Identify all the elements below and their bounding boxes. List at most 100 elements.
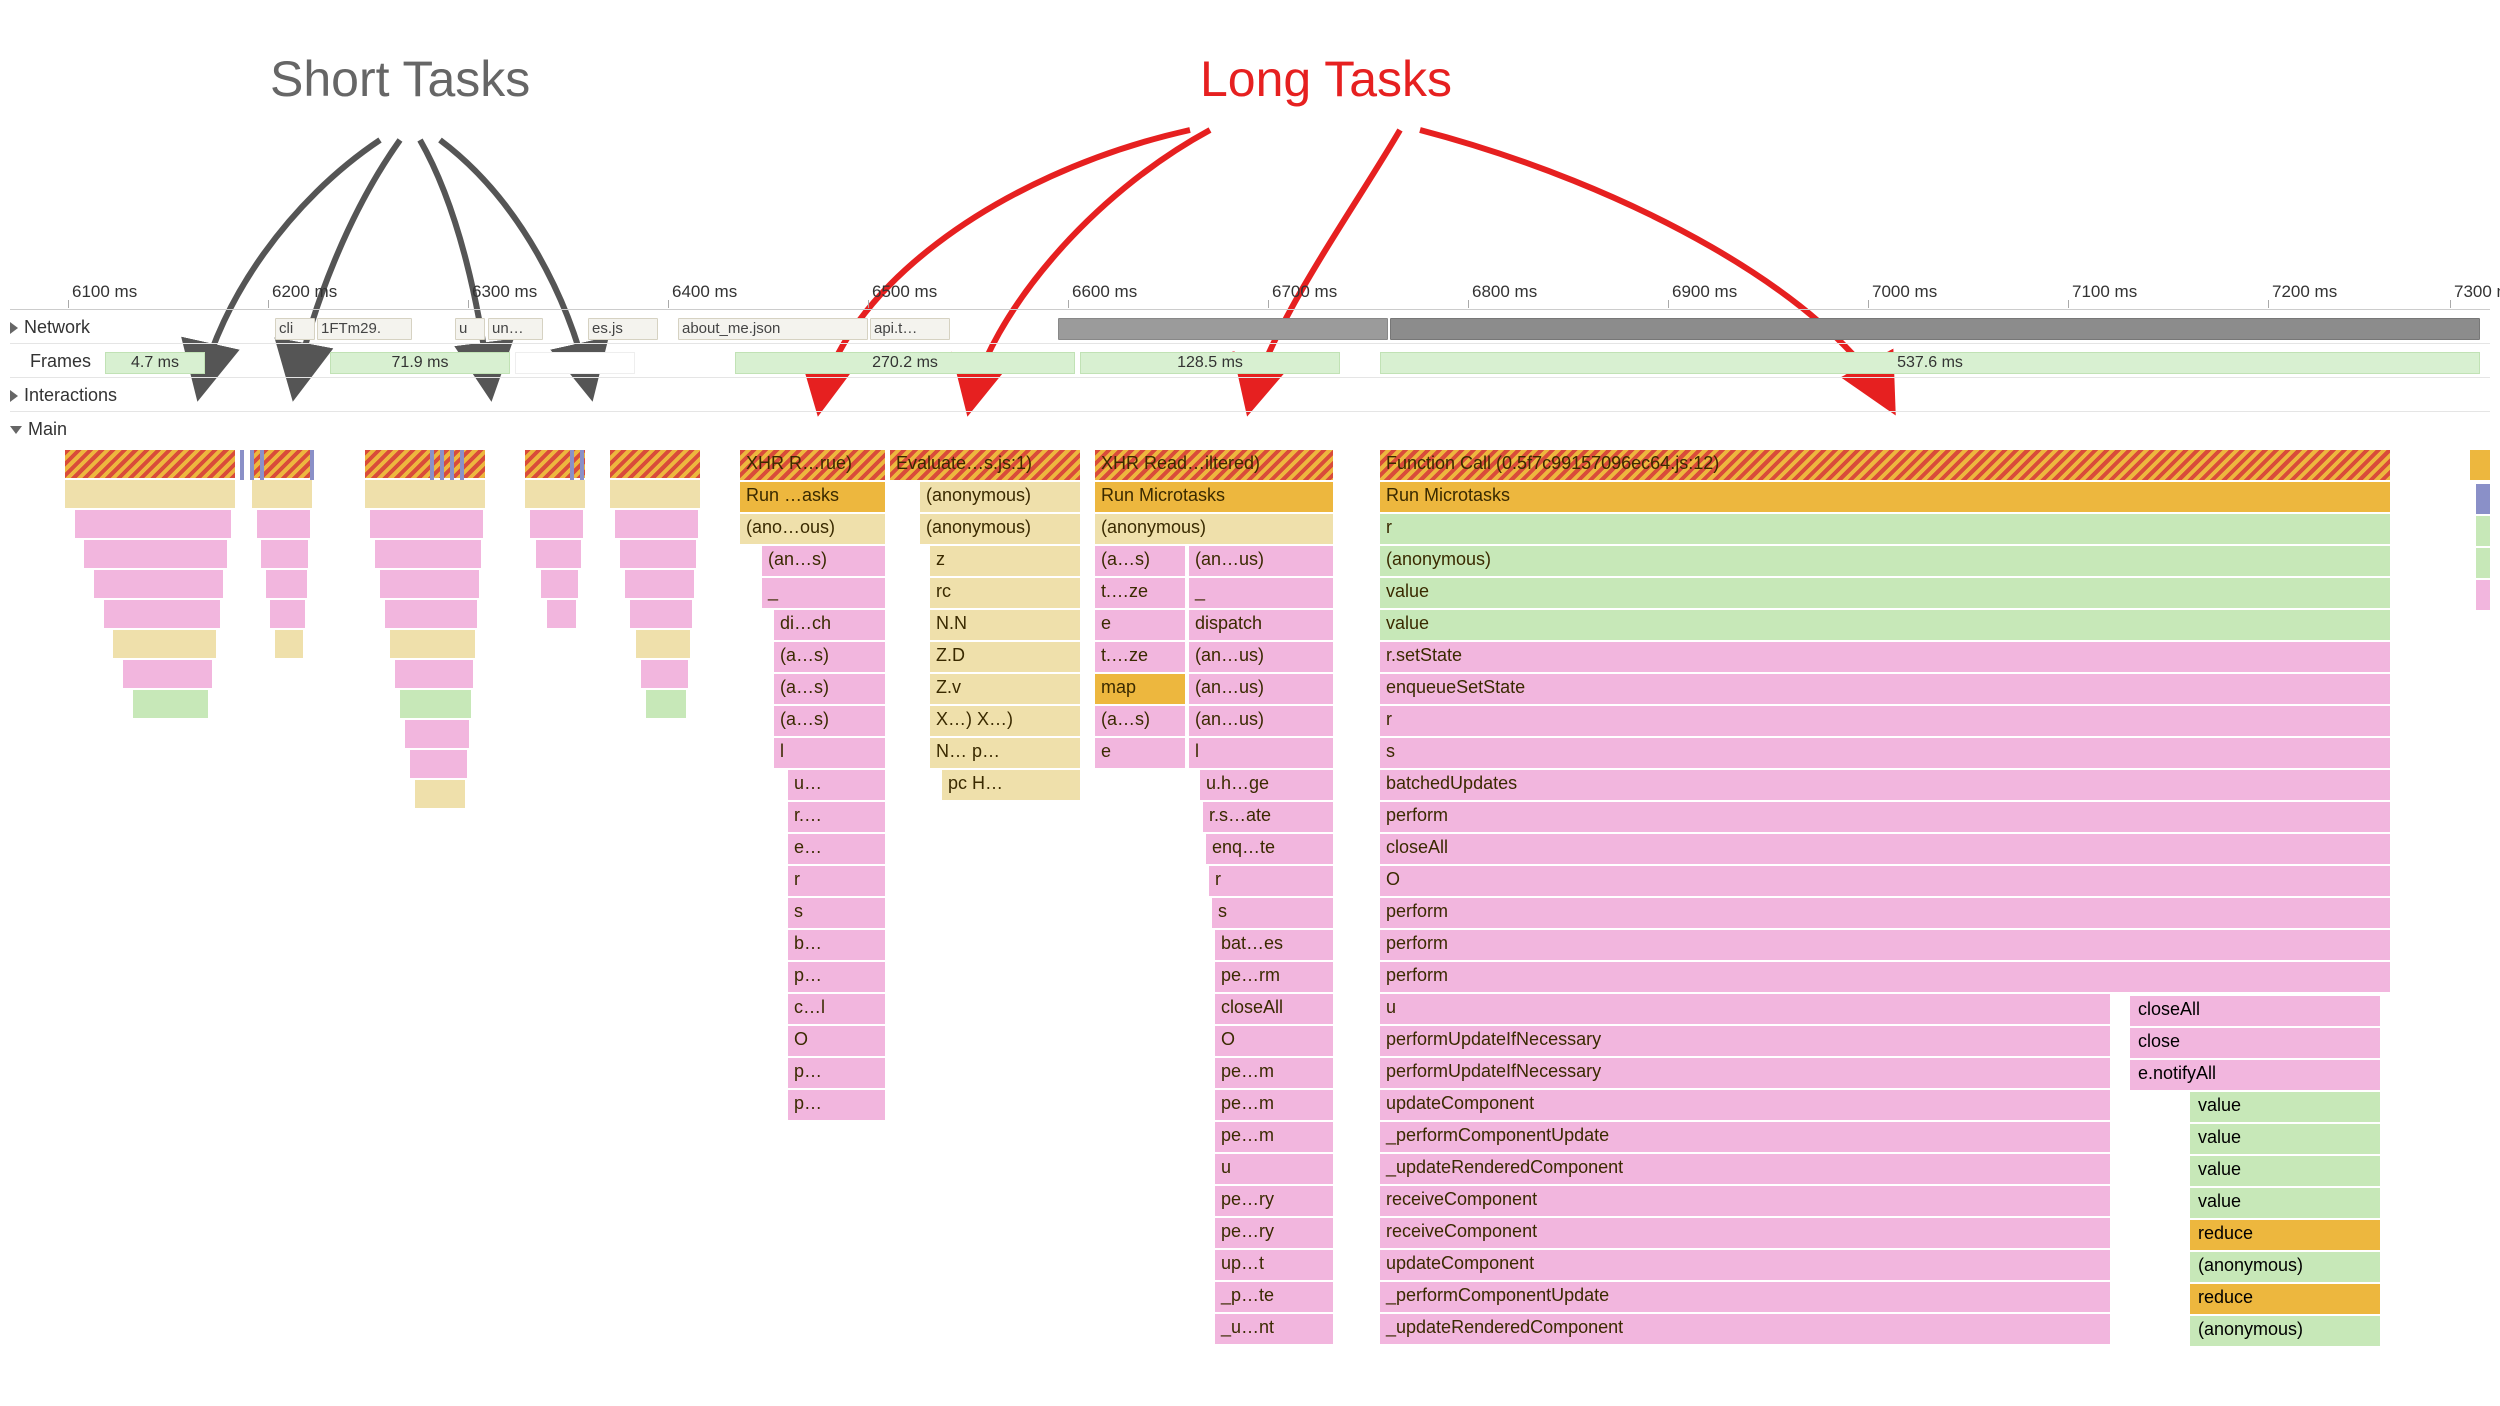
flame-cell[interactable]: perform — [1380, 962, 2390, 994]
network-request[interactable]: 1FTm29. — [317, 318, 412, 340]
flame-cell[interactable] — [547, 600, 576, 630]
network-request[interactable] — [1390, 318, 2480, 340]
flame-cell[interactable] — [257, 510, 311, 540]
flame-cell[interactable]: Run Microtasks — [1095, 482, 1333, 514]
frame-block[interactable]: 537.6 ms — [1380, 352, 2480, 374]
flame-cell[interactable] — [536, 540, 581, 570]
flame-cell[interactable]: _updateRenderedComponent — [1380, 1154, 2110, 1186]
flame-cell[interactable]: N… p… — [930, 738, 1080, 770]
flame-cell[interactable] — [385, 600, 477, 630]
flame-cell[interactable]: r — [1209, 866, 1333, 898]
flame-cell[interactable]: c…l — [788, 994, 885, 1026]
flame-cell[interactable]: r.… — [788, 802, 885, 834]
flame-cell[interactable]: (a…s) — [774, 706, 885, 738]
flame-sliver[interactable] — [440, 450, 444, 480]
flame-cell[interactable] — [646, 690, 686, 720]
frame-block[interactable]: 270.2 ms — [735, 352, 1075, 374]
flame-cell[interactable]: value — [2190, 1092, 2380, 1124]
flame-cell[interactable] — [252, 480, 312, 510]
flame-cell[interactable]: r — [1380, 706, 2390, 738]
flame-cell[interactable]: e — [1095, 610, 1185, 642]
flame-cell[interactable] — [123, 660, 212, 690]
flame-cell[interactable]: _updateRenderedComponent — [1380, 1314, 2110, 1346]
flame-sliver[interactable] — [260, 450, 264, 480]
flame-sliver[interactable] — [240, 450, 244, 480]
flame-cell[interactable]: (an…us) — [1189, 546, 1333, 578]
network-track-title[interactable]: Network — [10, 317, 90, 338]
flame-cell[interactable] — [2476, 516, 2490, 548]
flame-cell[interactable]: (anonymous) — [1380, 546, 2390, 578]
flame-cell[interactable] — [610, 480, 700, 510]
frames-track[interactable]: Frames 4.7 ms71.9 ms270.2 ms128.5 ms537.… — [10, 348, 2490, 378]
flame-cell[interactable] — [2476, 548, 2490, 580]
flame-cell[interactable] — [2476, 484, 2490, 516]
flame-cell[interactable]: O — [1380, 866, 2390, 898]
flame-cell[interactable]: (an…us) — [1189, 674, 1333, 706]
short-task[interactable] — [525, 450, 585, 480]
flame-cell[interactable] — [84, 540, 227, 570]
interactions-track-title[interactable]: Interactions — [10, 385, 117, 406]
flame-cell[interactable]: value — [2190, 1156, 2380, 1188]
flame-cell[interactable]: di…ch — [774, 610, 885, 642]
flame-cell[interactable]: enq…te — [1206, 834, 1333, 866]
flame-cell[interactable]: s — [1380, 738, 2390, 770]
flame-cell[interactable]: _performComponentUpdate — [1380, 1282, 2110, 1314]
flame-cell[interactable]: Run Microtasks — [1380, 482, 2390, 514]
flame-cell[interactable]: pc H… — [942, 770, 1080, 802]
flame-cell[interactable]: (an…us) — [1189, 642, 1333, 674]
flame-cell[interactable] — [94, 570, 223, 600]
frame-block[interactable]: 128.5 ms — [1080, 352, 1340, 374]
flame-cell[interactable]: r.s…ate — [1203, 802, 1333, 834]
flame-cell[interactable] — [133, 690, 208, 720]
flame-cell[interactable]: b… — [788, 930, 885, 962]
flame-cell[interactable]: (an…s) — [762, 546, 885, 578]
flame-cell[interactable]: N.N — [930, 610, 1080, 642]
flame-cell[interactable] — [620, 540, 696, 570]
flame-cell[interactable]: (anonymous) — [920, 514, 1080, 546]
network-request[interactable] — [1058, 318, 1388, 340]
flame-cell[interactable]: updateComponent — [1380, 1090, 2110, 1122]
flame-cell[interactable]: r.setState — [1380, 642, 2390, 674]
flame-cell[interactable]: rc — [930, 578, 1080, 610]
flame-cell[interactable]: s — [788, 898, 885, 930]
flame-cell[interactable]: p… — [788, 1090, 885, 1122]
flame-cell[interactable]: closeAll — [1380, 834, 2390, 866]
flame-cell[interactable]: pe…m — [1215, 1090, 1333, 1122]
flame-cell[interactable]: (a…s) — [1095, 546, 1185, 578]
flame-cell[interactable]: perform — [1380, 898, 2390, 930]
flame-cell[interactable] — [630, 600, 691, 630]
interactions-track[interactable]: Interactions — [10, 382, 2490, 412]
flame-cell[interactable]: s — [1212, 898, 1333, 930]
flame-cell[interactable]: _ — [762, 578, 885, 610]
flame-cell[interactable]: reduce — [2190, 1220, 2380, 1252]
flame-cell[interactable]: close — [2130, 1028, 2380, 1060]
flame-cell[interactable]: O — [1215, 1026, 1333, 1058]
flame-cell[interactable]: e — [1095, 738, 1185, 770]
flame-sliver[interactable] — [570, 450, 574, 480]
flame-cell[interactable] — [65, 480, 235, 510]
flame-cell[interactable] — [530, 510, 582, 540]
flame-cell[interactable] — [636, 630, 690, 660]
flame-cell[interactable]: _u…nt — [1215, 1314, 1333, 1346]
flame-cell[interactable]: bat…es — [1215, 930, 1333, 962]
flame-cell[interactable]: t.…ze — [1095, 642, 1185, 674]
flame-cell[interactable]: e… — [788, 834, 885, 866]
flame-cell[interactable]: e.notifyAll — [2130, 1060, 2380, 1092]
flame-cell[interactable] — [641, 660, 688, 690]
flame-cell[interactable] — [2476, 580, 2490, 612]
flame-cell[interactable]: value — [2190, 1188, 2380, 1220]
flame-cell[interactable]: value — [2190, 1124, 2380, 1156]
flame-cell[interactable]: _p…te — [1215, 1282, 1333, 1314]
flame-cell[interactable] — [625, 570, 694, 600]
flame-cell[interactable] — [261, 540, 308, 570]
flame-cell[interactable]: l — [1189, 738, 1333, 770]
network-request[interactable]: es.js — [588, 318, 658, 340]
flame-cell[interactable]: (a…s) — [774, 674, 885, 706]
flame-cell[interactable]: XHR Read…iltered) — [1095, 450, 1333, 482]
flame-cell[interactable]: batchedUpdates — [1380, 770, 2390, 802]
flame-cell[interactable] — [415, 780, 466, 810]
flame-sliver[interactable] — [450, 450, 454, 480]
flame-cell[interactable]: X…) X…) — [930, 706, 1080, 738]
flame-cell[interactable]: Evaluate…s.js:1) — [890, 450, 1080, 482]
network-request[interactable]: about_me.json — [678, 318, 868, 340]
